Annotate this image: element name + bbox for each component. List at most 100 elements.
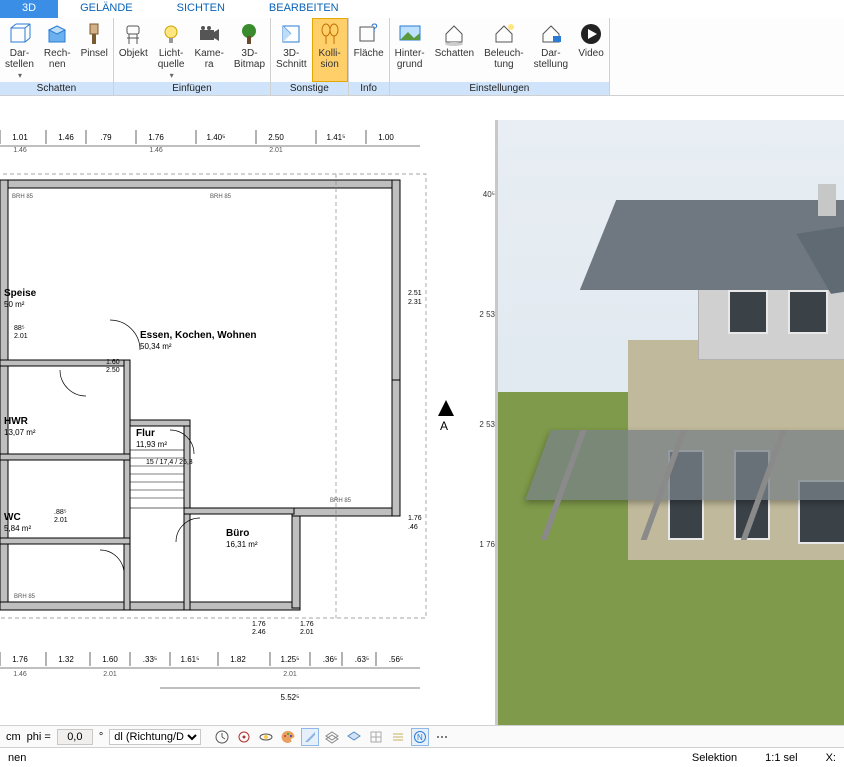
- btn-video[interactable]: Video: [573, 18, 609, 82]
- btn-kamera-label: Kame- ra: [194, 48, 223, 70]
- svg-text:1.46: 1.46: [13, 671, 27, 678]
- btn-pinsel[interactable]: Pinsel: [76, 18, 113, 82]
- group-info-title: Info: [349, 82, 389, 95]
- svg-text:1.32: 1.32: [58, 655, 74, 664]
- tab-3d[interactable]: 3D: [0, 0, 58, 18]
- play-icon: [579, 22, 603, 46]
- svg-text:1.01: 1.01: [12, 133, 28, 142]
- chair-icon: [121, 22, 145, 46]
- ribbon-group-einfuegen: Objekt Licht- quelle▾ Kame- ra 3D- Bitma…: [114, 18, 271, 95]
- group-einstellungen-title: Einstellungen: [390, 82, 609, 95]
- svg-text:1.41⁵: 1.41⁵: [327, 133, 346, 142]
- svg-text:1.76: 1.76: [148, 133, 164, 142]
- snap-endpoint-icon[interactable]: [301, 728, 319, 746]
- svg-text:.46: .46: [408, 524, 418, 531]
- more-icon[interactable]: [433, 728, 451, 746]
- btn-kollision[interactable]: Kolli- sion: [312, 18, 348, 82]
- clock-icon[interactable]: [213, 728, 231, 746]
- btn-beleuchtung[interactable]: Beleuch- tung: [479, 18, 528, 82]
- svg-text:50 m²: 50 m²: [4, 300, 25, 309]
- btn-darstellen[interactable]: Dar- stellen▾: [0, 18, 39, 82]
- svg-text:BRH 85: BRH 85: [330, 498, 352, 504]
- svg-text:2.01: 2.01: [300, 629, 314, 636]
- phi-input[interactable]: [57, 729, 93, 745]
- btn-hintergrund[interactable]: Hinter- grund: [390, 18, 430, 82]
- tab-gelaende[interactable]: GELÄNDE: [58, 0, 155, 18]
- svg-text:A: A: [440, 419, 448, 433]
- svg-text:.63⁵: .63⁵: [355, 655, 369, 664]
- svg-text:1.46: 1.46: [13, 147, 27, 154]
- direction-select[interactable]: dl (Richtung/Di: [109, 729, 201, 745]
- svg-text:2.01: 2.01: [283, 671, 297, 678]
- background-icon: [398, 22, 422, 46]
- svg-text:5,84 m²: 5,84 m²: [4, 524, 31, 533]
- snap-face-icon[interactable]: [345, 728, 363, 746]
- status-selektion: Selektion: [692, 752, 737, 764]
- btn-darstellung[interactable]: Dar- stellung: [529, 18, 573, 82]
- svg-text:1.60: 1.60: [106, 359, 120, 366]
- target-icon[interactable]: [235, 728, 253, 746]
- group-einfuegen-title: Einfügen: [114, 82, 270, 95]
- svg-text:2.31: 2.31: [408, 299, 422, 306]
- palette-icon[interactable]: [279, 728, 297, 746]
- svg-text:1.76: 1.76: [252, 621, 266, 628]
- snap-lines-icon[interactable]: [389, 728, 407, 746]
- btn-3d-bitmap[interactable]: 3D- Bitmap: [229, 18, 270, 82]
- status-left: nen: [8, 752, 26, 764]
- svg-text:Speise: Speise: [4, 288, 37, 299]
- unit-label: cm: [6, 731, 21, 743]
- area-info-icon: ?: [357, 22, 381, 46]
- svg-text:BRH 85: BRH 85: [12, 194, 34, 200]
- svg-text:Büro: Büro: [226, 528, 249, 539]
- btn-beleuchtung-label: Beleuch- tung: [484, 48, 523, 70]
- svg-text:2.46: 2.46: [252, 629, 266, 636]
- btn-kamera[interactable]: Kame- ra: [189, 18, 228, 82]
- btn-rechnen[interactable]: Rech- nen: [39, 18, 76, 82]
- section-marker-a: A: [438, 400, 454, 433]
- svg-text:1.46: 1.46: [58, 133, 74, 142]
- status-bar: nen Selektion 1:1 sel X:: [0, 747, 844, 767]
- btn-lichtquelle[interactable]: Licht- quelle▾: [153, 18, 190, 82]
- snap-layers-icon[interactable]: [323, 728, 341, 746]
- ribbon-tabs: 3D GELÄNDE SICHTEN BEARBEITEN: [0, 0, 844, 18]
- tab-bearbeiten[interactable]: BEARBEITEN: [247, 0, 361, 18]
- btn-pinsel-label: Pinsel: [81, 48, 108, 59]
- tree-icon: [237, 22, 261, 46]
- btn-schatten-settings-label: Schatten: [435, 48, 474, 59]
- orbit-icon[interactable]: [257, 728, 275, 746]
- camera-icon: [197, 22, 221, 46]
- svg-text:1.25⁵: 1.25⁵: [281, 655, 300, 664]
- svg-text:2.01: 2.01: [14, 333, 28, 340]
- workspace: 1.01 1.46 1.46 .79 1.76 1.46 1.40⁵ 2.50 2.01 1.41…: [0, 120, 844, 725]
- svg-text:2.50: 2.50: [268, 133, 284, 142]
- svg-text:WC: WC: [4, 512, 21, 523]
- btn-objekt[interactable]: Objekt: [114, 18, 153, 82]
- btn-3d-schnitt[interactable]: 3D- Schnitt: [271, 18, 312, 82]
- lightbulb-icon: [159, 22, 183, 46]
- btn-flaeche[interactable]: ? Fläche: [349, 18, 389, 82]
- pane-2d-plan[interactable]: 1.01 1.46 1.46 .79 1.76 1.46 1.40⁵ 2.50 2.01 1.41…: [0, 120, 498, 725]
- snap-grid-icon[interactable]: [367, 728, 385, 746]
- svg-text:.79: .79: [100, 133, 112, 142]
- btn-3d-schnitt-label: 3D- Schnitt: [276, 48, 307, 70]
- svg-text:88⁵: 88⁵: [14, 325, 25, 332]
- svg-text:.88⁵: .88⁵: [54, 509, 67, 516]
- svg-text:1.76: 1.76: [12, 655, 28, 664]
- svg-text:Essen, Kochen, Wohnen: Essen, Kochen, Wohnen: [140, 330, 257, 341]
- btn-rechnen-label: Rech- nen: [44, 48, 71, 70]
- svg-text:16,31 m²: 16,31 m²: [226, 540, 258, 549]
- btn-flaeche-label: Fläche: [354, 48, 384, 59]
- svg-text:HWR: HWR: [4, 416, 29, 427]
- btn-darstellung-label: Dar- stellung: [534, 48, 568, 70]
- btn-schatten-settings[interactable]: Schatten: [430, 18, 479, 82]
- svg-text:2.01: 2.01: [269, 147, 283, 154]
- input-bar: cm phi = ° dl (Richtung/Di N: [0, 725, 844, 747]
- render-3d: [498, 120, 844, 725]
- svg-text:1.40⁵: 1.40⁵: [207, 133, 226, 142]
- svg-text:50,34 m²: 50,34 m²: [140, 342, 172, 351]
- tab-sichten[interactable]: SICHTEN: [155, 0, 247, 18]
- normal-icon[interactable]: N: [411, 728, 429, 746]
- house-display-icon: [539, 22, 563, 46]
- pane-3d-view[interactable]: [498, 120, 844, 725]
- brush-icon: [82, 22, 106, 46]
